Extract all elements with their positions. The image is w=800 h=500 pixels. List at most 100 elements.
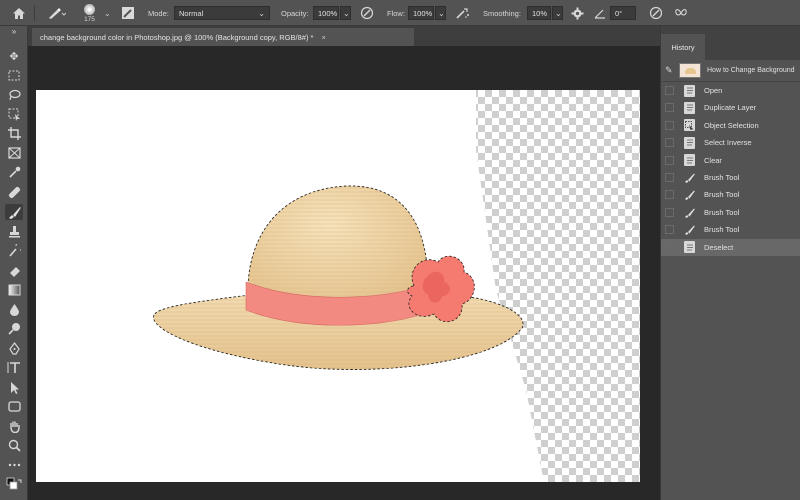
history-item-snapshot-checkbox[interactable] (665, 225, 674, 235)
flow-input[interactable]: 100% (408, 6, 434, 20)
history-item-snapshot-checkbox[interactable] (665, 173, 674, 182)
document-icon (684, 101, 695, 114)
history-item-label: Clear (704, 155, 722, 165)
history-item-snapshot-checkbox[interactable] (665, 103, 674, 113)
home-icon[interactable] (12, 0, 26, 26)
history-item[interactable]: Brush Tool (661, 186, 800, 203)
brush-icon (684, 172, 695, 184)
brush-settings-panel-icon[interactable] (121, 0, 135, 26)
pressure-size-icon[interactable] (649, 0, 663, 26)
healing-brush-tool-icon[interactable] (5, 184, 23, 200)
history-brush-tool-icon[interactable] (5, 242, 23, 258)
snapshot-thumbnail (679, 63, 701, 78)
pressure-opacity-icon[interactable] (360, 0, 374, 26)
blur-tool-icon[interactable] (5, 301, 23, 317)
eraser-tool-icon[interactable] (5, 262, 23, 278)
flow-dropdown[interactable]: ⌄ (435, 6, 446, 20)
chevron-down-icon: ⌄ (343, 8, 350, 18)
opacity-dropdown[interactable]: ⌄ (340, 6, 351, 20)
history-item-label: Brush Tool (704, 207, 740, 217)
document-icon (684, 136, 695, 149)
history-brush-source-icon[interactable]: ✎ (665, 65, 673, 76)
history-item-label: Brush Tool (704, 173, 740, 182)
document-icon (684, 154, 695, 167)
angle-icon (594, 0, 606, 26)
brush-size-value: 175 (84, 15, 95, 23)
flow-label: Flow: (387, 8, 405, 18)
path-selection-tool-icon[interactable] (5, 379, 23, 395)
history-tab-bar: History (661, 26, 800, 60)
more-tools-icon[interactable] (5, 457, 23, 473)
history-item[interactable]: Select Inverse (661, 134, 800, 151)
history-item-snapshot-checkbox[interactable] (665, 155, 674, 165)
mode-select[interactable]: Normal ⌄ (174, 6, 270, 20)
smoothing-value: 10% (532, 8, 548, 18)
document-canvas[interactable] (36, 90, 640, 482)
history-item[interactable]: Duplicate Layer (661, 99, 800, 116)
crop-tool-icon[interactable] (5, 125, 23, 141)
angle-value: 0° (615, 8, 623, 18)
mode-label: Mode: (148, 8, 169, 18)
smoothing-input[interactable]: 10% (527, 6, 551, 20)
history-item-snapshot-checkbox[interactable] (665, 138, 674, 148)
mode-value: Normal (179, 8, 204, 18)
symmetry-butterfly-icon[interactable] (674, 0, 688, 26)
brush-tool-icon[interactable] (5, 204, 23, 220)
history-item[interactable]: Brush Tool (661, 204, 800, 221)
chevron-down-icon: ⌄ (438, 8, 445, 18)
gear-icon[interactable] (571, 0, 584, 26)
history-item-snapshot-checkbox[interactable] (665, 86, 674, 95)
smoothing-label: Smoothing: (483, 8, 521, 18)
chevron-down-icon: ⌄ (258, 8, 265, 18)
pen-tool-icon[interactable] (5, 340, 23, 356)
lasso-tool-icon[interactable] (5, 87, 23, 103)
brush-tool-preset-icon[interactable] (46, 0, 66, 26)
frame-tool-icon[interactable] (5, 145, 23, 161)
history-item[interactable]: Open (661, 82, 800, 99)
clone-stamp-tool-icon[interactable] (5, 223, 23, 239)
history-item-snapshot-checkbox[interactable] (665, 120, 674, 130)
airbrush-icon[interactable] (455, 0, 470, 26)
type-tool-icon[interactable] (5, 359, 23, 375)
history-item-snapshot-checkbox[interactable] (665, 207, 674, 217)
history-item[interactable]: Brush Tool (661, 169, 800, 186)
history-item[interactable]: Deselect (661, 238, 800, 256)
smoothing-dropdown[interactable]: ⌄ (552, 6, 563, 20)
divider (34, 5, 35, 21)
history-tab[interactable]: History (661, 34, 705, 60)
history-item[interactable]: Clear (661, 152, 800, 169)
gradient-tool-icon[interactable] (5, 282, 23, 298)
history-item[interactable]: Brush Tool (661, 221, 800, 238)
close-icon[interactable]: × (321, 33, 325, 42)
history-item-snapshot-checkbox[interactable] (665, 190, 674, 200)
flow-value: 100% (413, 8, 433, 18)
foreground-background-color-icon[interactable] (5, 476, 23, 492)
snapshot-name: How to Change Background (707, 67, 795, 74)
angle-input[interactable]: 0° (610, 6, 636, 20)
history-snapshot[interactable]: ✎ How to Change Background (661, 60, 800, 82)
tools-panel: » ✥ (0, 26, 28, 500)
history-item-snapshot-checkbox[interactable] (665, 242, 674, 252)
dodge-tool-icon[interactable] (5, 320, 23, 336)
brush-tip-icon (84, 3, 95, 15)
history-item-label: Object Selection (704, 120, 759, 130)
history-item[interactable]: Object Selection (661, 117, 800, 134)
document-tab[interactable]: change background color in Photoshop.jpg… (32, 28, 414, 46)
history-panel: History ✎ How to Change Background Open D… (660, 26, 800, 500)
brush-size-picker[interactable]: 175 (84, 0, 95, 26)
rectangle-tool-icon[interactable] (5, 398, 23, 414)
move-tool-icon[interactable]: ✥ (5, 48, 23, 64)
object-selection-icon (684, 119, 695, 132)
hand-tool-icon[interactable] (5, 418, 23, 434)
collapse-chevrons-icon[interactable]: » (5, 26, 23, 36)
brush-size-chevron-icon[interactable]: ⌄ (104, 0, 111, 26)
marquee-tool-icon[interactable] (5, 67, 23, 83)
history-item-label: Deselect (704, 242, 734, 252)
history-item-label: Open (704, 86, 723, 95)
eyedropper-tool-icon[interactable] (5, 164, 23, 180)
object-selection-tool-icon[interactable] (5, 106, 23, 122)
zoom-tool-icon[interactable] (5, 437, 23, 453)
brush-icon (684, 224, 695, 236)
opacity-input[interactable]: 100% (313, 6, 339, 20)
document-tab-title: change background color in Photoshop.jpg… (40, 32, 314, 42)
